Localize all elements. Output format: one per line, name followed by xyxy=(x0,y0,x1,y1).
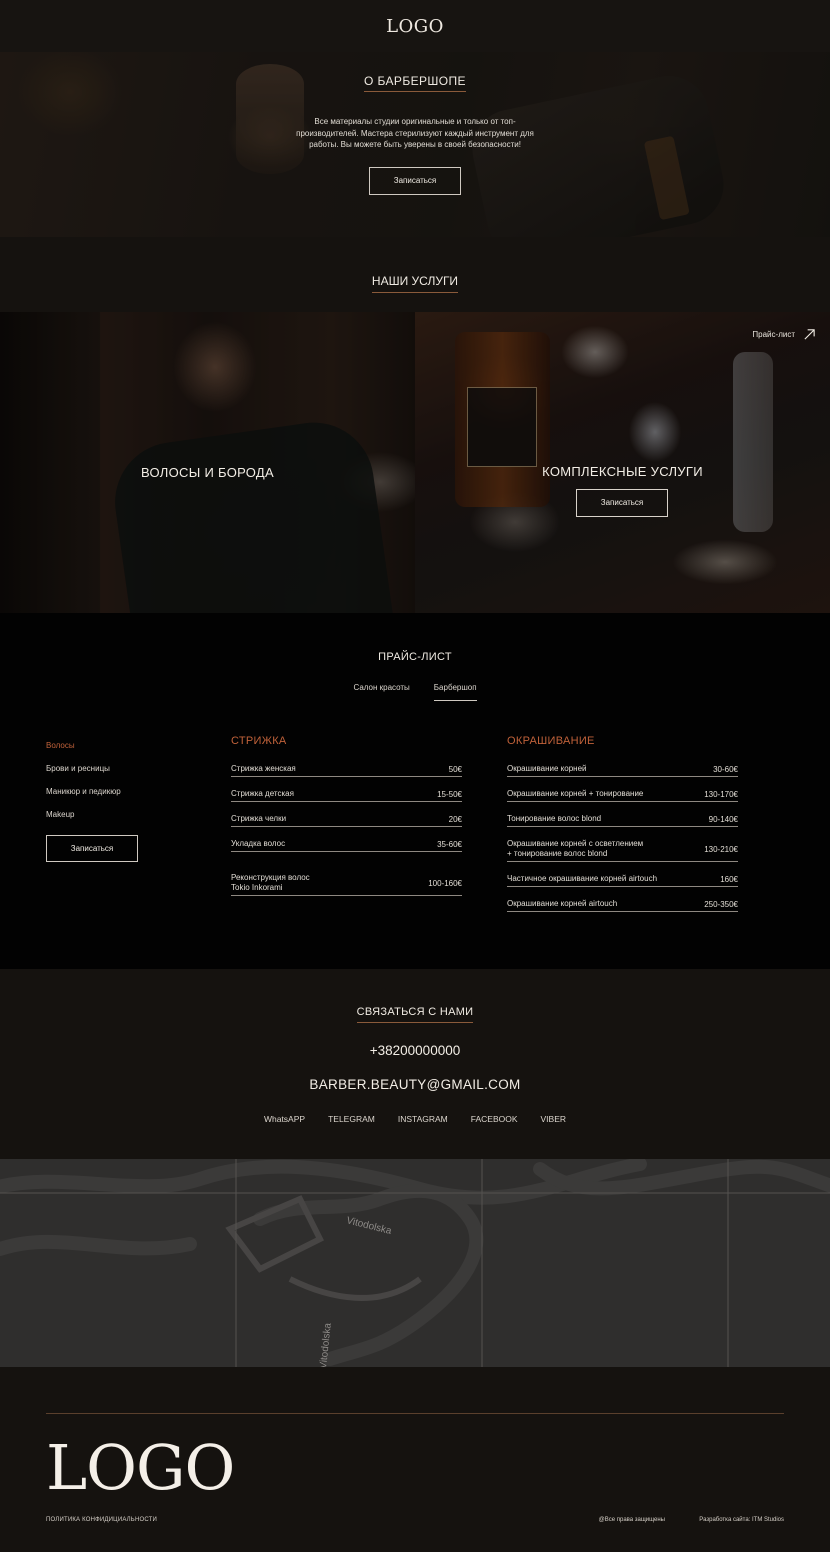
contacts-title: СВЯЗАТЬСЯ С НАМИ xyxy=(356,1006,474,1023)
arrow-up-right-icon xyxy=(804,329,815,340)
price-column-coloring: ОКРАШИВАНИЕ Окрашивание корней 30-60€ Окр… xyxy=(507,735,738,921)
price-row: Тонирование волос blond 90-140€ xyxy=(507,811,738,827)
service-card-title: ВОЛОСЫ И БОРОДА xyxy=(141,465,274,480)
price-row: Стрижка детская 15-50€ xyxy=(231,786,462,802)
price-row: Окрашивание корней + тонирование 130-170€ xyxy=(507,786,738,802)
map-street-label: Vitodolska xyxy=(345,1215,393,1237)
footer-divider xyxy=(46,1413,784,1414)
contacts-section: СВЯЗАТЬСЯ С НАМИ +38200000000 BARBER.BEA… xyxy=(0,969,830,1159)
tab-beauty-salon[interactable]: Салон красоты xyxy=(353,683,409,701)
service-card-complex[interactable]: Прайс-лист КОМПЛЕКСНЫЕ УСЛУГИ Записаться xyxy=(415,312,830,613)
price-row: Стрижка челки 20€ xyxy=(231,811,462,827)
category-manicure-pedicure[interactable]: Маникюр и педикюр xyxy=(46,787,138,810)
header-logo[interactable]: LOGO xyxy=(386,16,444,37)
column-title: ОКРАШИВАНИЕ xyxy=(507,735,595,747)
contact-phone[interactable]: +38200000000 xyxy=(0,1043,830,1058)
price-list-link-label: Прайс-лист xyxy=(752,330,795,339)
location-map[interactable]: Vitodolska Vitodolska xyxy=(0,1159,830,1367)
price-column-haircut: СТРИЖКА Стрижка женская 50€ Стрижка детск… xyxy=(231,735,462,905)
price-categories: Волосы Брови и ресницы Маникюр и педикюр… xyxy=(46,741,138,862)
social-telegram[interactable]: TELEGRAM xyxy=(328,1114,375,1124)
service-card-title: КОМПЛЕКСНЫЕ УСЛУГИ xyxy=(542,464,703,479)
price-row: Окрашивание корней 30-60€ xyxy=(507,761,738,777)
footer-logo[interactable]: LOGO xyxy=(46,1433,235,1503)
copyright-text: @Все права защищены xyxy=(598,1517,665,1523)
price-book-button[interactable]: Записаться xyxy=(46,835,138,862)
privacy-policy-link[interactable]: ПОЛИТИКА КОНФИДИЦИАЛЬНОСТИ xyxy=(46,1517,157,1523)
price-row: Реконструкция волос Tokio Inkorami 100-160… xyxy=(231,870,462,896)
price-tabs: Салон красоты Барбершоп xyxy=(0,683,830,701)
social-facebook[interactable]: FACEBOOK xyxy=(471,1114,518,1124)
header: LOGO xyxy=(0,0,830,52)
service-card-hair-beard[interactable]: ВОЛОСЫ И БОРОДА xyxy=(0,312,415,613)
price-list-title: ПРАЙС-ЛИСТ xyxy=(378,651,452,663)
developer-credit[interactable]: Разработка сайта: ITM Studios xyxy=(699,1517,784,1523)
social-links: WhatsAPP TELEGRAM INSTAGRAM FACEBOOK VIB… xyxy=(0,1114,830,1124)
about-section: О БАРБЕРШОПЕ Все материалы студии оригин… xyxy=(0,52,830,237)
social-instagram[interactable]: INSTAGRAM xyxy=(398,1114,448,1124)
category-hair[interactable]: Волосы xyxy=(46,741,138,764)
services-title: НАШИ УСЛУГИ xyxy=(371,274,459,293)
about-text: Все материалы студии оригинальные и толь… xyxy=(296,117,534,149)
footer: LOGO ПОЛИТИКА КОНФИДИЦИАЛЬНОСТИ @Все пра… xyxy=(0,1367,830,1552)
category-brows-lashes[interactable]: Брови и ресницы xyxy=(46,764,138,787)
column-title: СТРИЖКА xyxy=(231,735,287,747)
price-row: Частичное окрашивание корней airtouch 160… xyxy=(507,871,738,887)
social-whatsapp[interactable]: WhatsAPP xyxy=(264,1114,305,1124)
map-graphic: Vitodolska Vitodolska xyxy=(0,1159,830,1367)
social-viber[interactable]: VIBER xyxy=(541,1114,567,1124)
contact-email[interactable]: BARBER.BEAUTY@GMAIL.COM xyxy=(0,1077,830,1092)
service-book-button[interactable]: Записаться xyxy=(576,489,668,517)
services-header: НАШИ УСЛУГИ xyxy=(0,237,830,312)
price-row: Окрашивание корней airtouch 250-350€ xyxy=(507,896,738,912)
about-title: О БАРБЕРШОПЕ xyxy=(364,74,466,92)
price-row: Окрашивание корней с осветлением + тонир… xyxy=(507,836,738,862)
price-list-section: ПРАЙС-ЛИСТ Салон красоты Барбершоп Волос… xyxy=(0,613,830,969)
price-row: Стрижка женская 50€ xyxy=(231,761,462,777)
price-row: Укладка волос 35-60€ xyxy=(231,836,462,852)
about-book-button[interactable]: Записаться xyxy=(369,166,461,195)
category-makeup[interactable]: Makeup xyxy=(46,810,138,833)
price-list-link[interactable]: Прайс-лист xyxy=(752,328,816,341)
tab-barbershop[interactable]: Барбершоп xyxy=(433,683,477,701)
